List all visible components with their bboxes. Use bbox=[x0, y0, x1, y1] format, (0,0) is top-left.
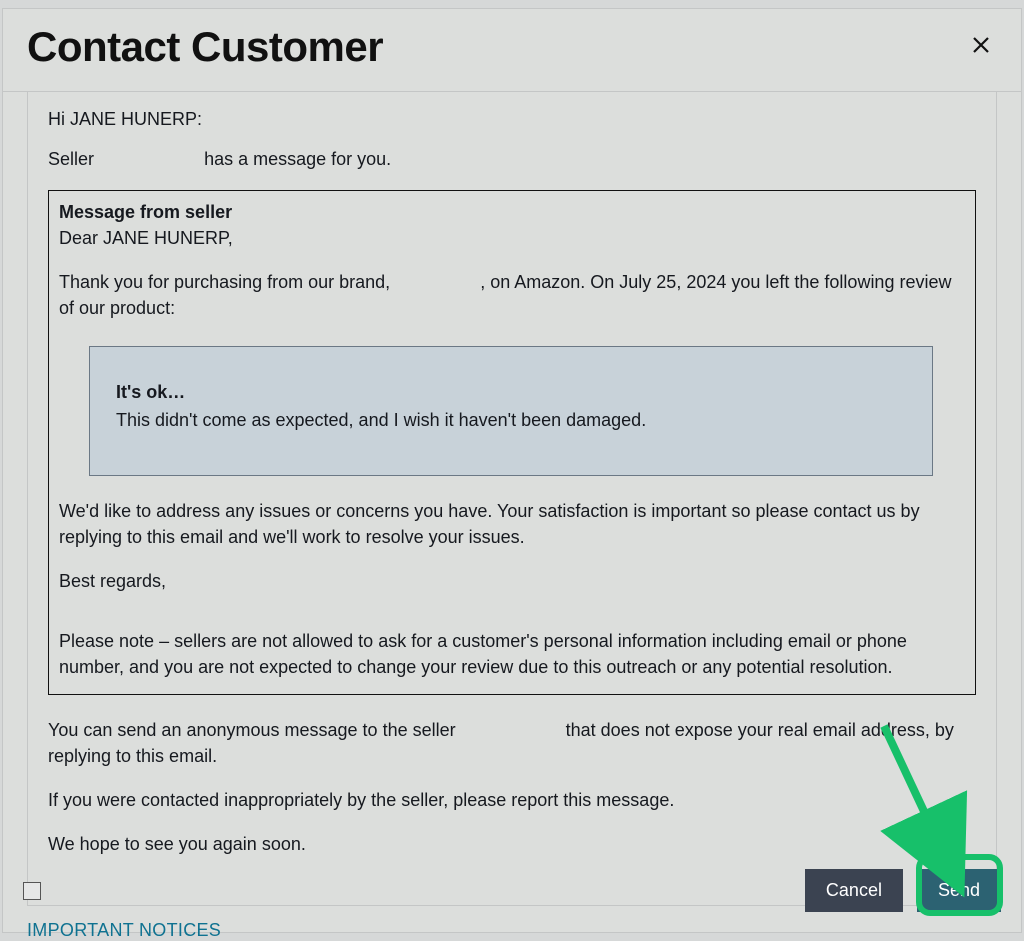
review-body: This didn't come as expected, and I wish… bbox=[116, 407, 906, 433]
send-button[interactable]: Send bbox=[917, 869, 1001, 912]
modal-footer: Cancel Send bbox=[23, 869, 1001, 912]
message-body-1: Thank you for purchasing from our brand,… bbox=[59, 269, 965, 321]
message-frame: Message from seller Dear JANE HUNERP, Th… bbox=[48, 190, 976, 695]
message-preview-panel: Hi JANE HUNERP: Seller has a message for… bbox=[27, 92, 997, 906]
intro-before: Seller bbox=[48, 149, 94, 169]
review-quote-box: It's ok… This didn't come as expected, a… bbox=[89, 346, 933, 476]
intro-after: has a message for you. bbox=[204, 149, 391, 169]
message-note: Please note – sellers are not allowed to… bbox=[59, 628, 965, 680]
important-notices-link[interactable]: IMPORTANT NOTICES bbox=[27, 920, 221, 941]
modal-body: Hi JANE HUNERP: Seller has a message for… bbox=[3, 92, 1021, 941]
message-body-2: We'd like to address any issues or conce… bbox=[59, 498, 965, 550]
footer-line-3: We hope to see you again soon. bbox=[48, 831, 976, 857]
customer-name: JANE HUNERP bbox=[70, 109, 197, 129]
intro-line: Seller has a message for you. bbox=[48, 146, 976, 172]
message-body-1-before: Thank you for purchasing from our brand, bbox=[59, 272, 390, 292]
message-frame-title: Message from seller bbox=[59, 199, 965, 225]
message-signoff: Best regards, bbox=[59, 568, 965, 594]
modal-title: Contact Customer bbox=[27, 23, 383, 71]
footer-line-1-before: You can send an anonymous message to the… bbox=[48, 720, 456, 740]
greeting-prefix: Hi bbox=[48, 109, 70, 129]
footer-line-1: You can send an anonymous message to the… bbox=[48, 717, 976, 769]
review-title: It's ok… bbox=[116, 379, 906, 405]
acknowledge-checkbox[interactable] bbox=[23, 882, 41, 900]
footer-line-2: If you were contacted inappropriately by… bbox=[48, 787, 976, 813]
close-icon bbox=[971, 35, 991, 60]
greeting-line: Hi JANE HUNERP: bbox=[48, 106, 976, 132]
action-buttons: Cancel Send bbox=[805, 869, 1001, 912]
greeting-suffix: : bbox=[197, 109, 202, 129]
message-salutation: Dear JANE HUNERP, bbox=[59, 225, 965, 251]
cancel-button[interactable]: Cancel bbox=[805, 869, 903, 912]
footer-text: You can send an anonymous message to the… bbox=[48, 717, 976, 857]
contact-customer-modal: Contact Customer Hi JANE HUNERP: Seller … bbox=[2, 8, 1022, 933]
close-button[interactable] bbox=[965, 29, 997, 65]
modal-header: Contact Customer bbox=[3, 9, 1021, 92]
